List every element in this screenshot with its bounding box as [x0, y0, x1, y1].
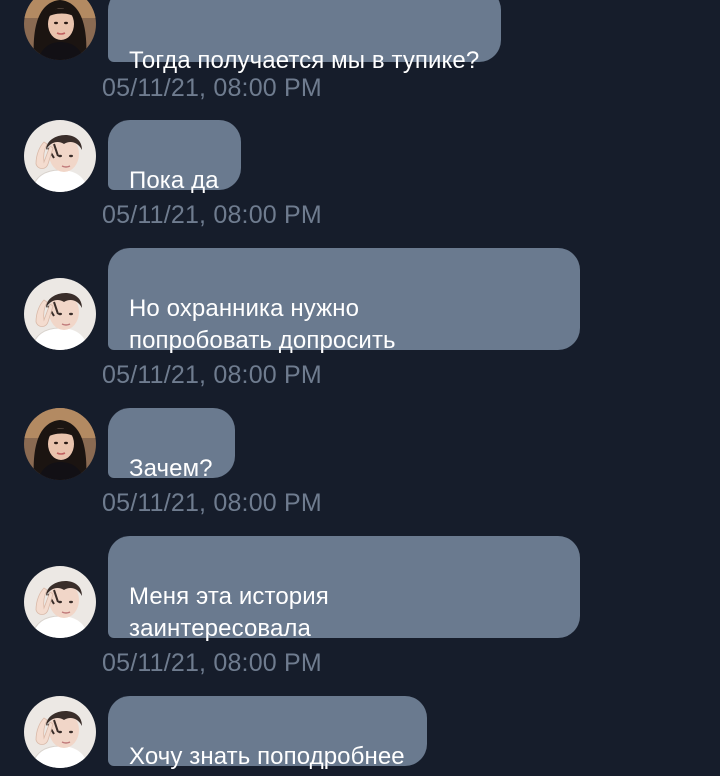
message-bubble[interactable]: Но охранника нужно попробовать допросить	[108, 248, 580, 354]
avatar-boy-image	[24, 120, 96, 192]
avatar-girl-image	[24, 408, 96, 480]
message-text: Но охранника нужно попробовать допросить	[129, 295, 396, 354]
avatar-boy-image	[24, 566, 96, 638]
message-bubble[interactable]: Хочу знать поподробнее	[108, 696, 427, 770]
avatar-girl[interactable]	[24, 0, 96, 60]
message-bubble[interactable]: Меня эта история заинтересовала	[108, 536, 580, 642]
message-timestamp: 05/11/21, 08:00 PM	[102, 74, 322, 102]
message-timestamp: 05/11/21, 08:00 PM	[102, 361, 322, 389]
message-text: Зачем?	[129, 455, 213, 482]
message-text: Тогда получается мы в тупике?	[129, 47, 480, 74]
avatar-boy-image	[24, 696, 96, 768]
chat-thread[interactable]: Тогда получается мы в тупике? 05/11/21, …	[0, 0, 720, 776]
message-timestamp: 05/11/21, 08:00 PM	[102, 489, 322, 517]
message-text: Меня эта история заинтересовала	[129, 583, 329, 642]
avatar-boy[interactable]	[24, 696, 96, 768]
message-bubble[interactable]: Тогда получается мы в тупике?	[108, 0, 502, 74]
message-bubble[interactable]: Пока да	[108, 120, 241, 194]
message-text: Хочу знать поподробнее	[129, 743, 405, 770]
message-timestamp: 05/11/21, 08:00 PM	[102, 201, 322, 229]
message-bubble[interactable]: Зачем?	[108, 408, 235, 482]
avatar-boy[interactable]	[24, 278, 96, 350]
avatar-boy-image	[24, 278, 96, 350]
avatar-girl[interactable]	[24, 408, 96, 480]
avatar-boy[interactable]	[24, 566, 96, 638]
avatar-boy[interactable]	[24, 120, 96, 192]
message-timestamp: 05/11/21, 08:00 PM	[102, 649, 322, 677]
message-text: Пока да	[129, 167, 219, 194]
avatar-girl-image	[24, 0, 96, 60]
